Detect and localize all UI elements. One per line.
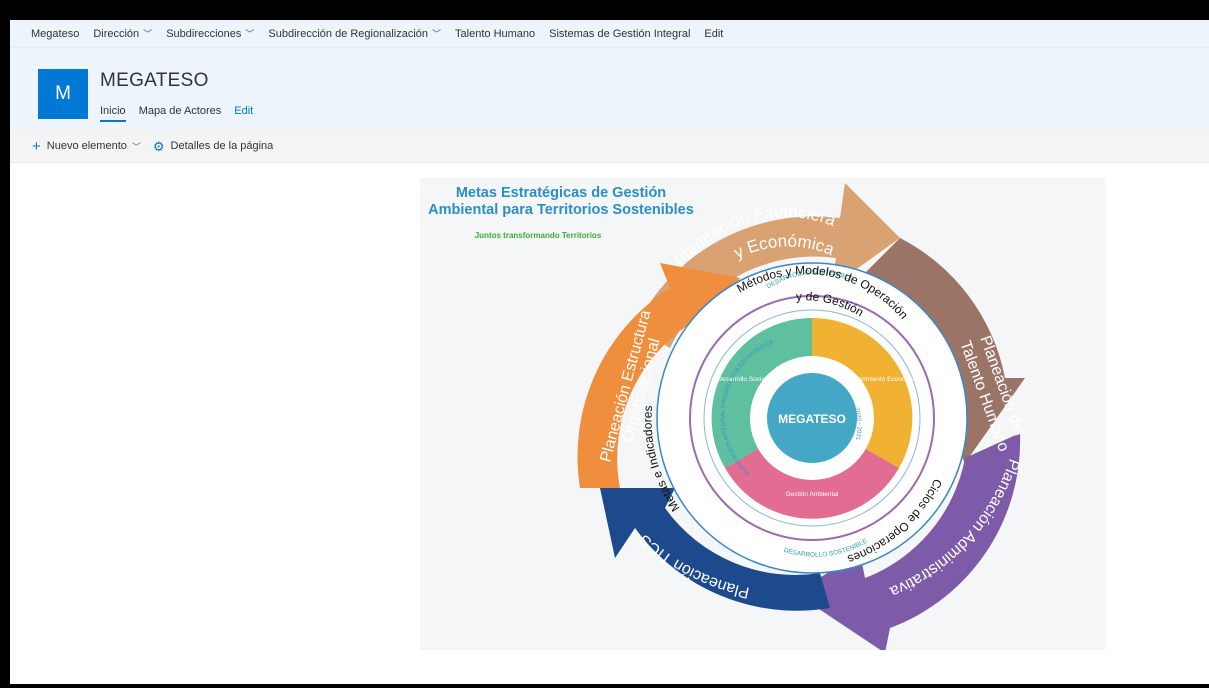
site-logo[interactable]: M [38,69,88,119]
topnav-item-megateso[interactable]: Megateso [31,28,79,40]
topnav-item-talento-humano[interactable]: Talento Humano [455,28,535,40]
gear-icon: ⚙ [152,138,165,154]
topnav-item-regionalizacion[interactable]: Subdirección de Regionalización ﹀ [268,27,441,40]
sitenav-mapa-actores[interactable]: Mapa de Actores [139,105,222,122]
plus-icon: + [32,137,41,155]
graphic-tagline: Juntos transformando Territorios [475,231,602,240]
chevron-down-icon: ﹀ [131,141,141,152]
sitenav-edit[interactable]: Edit [234,105,253,122]
core-economic-label: Crecimiento Económico [851,376,920,383]
site-title[interactable]: MEGATESO [100,70,209,92]
top-navigation: Megateso Dirección ﹀ Subdirecciones ﹀ Subd… [10,20,1209,47]
chevron-down-icon: ﹀ [143,29,153,39]
graphic-title-line2: Ambiental para Territorios Sostenibles [428,202,694,218]
topnav-item-direccion[interactable]: Dirección ﹀ [93,27,152,40]
chevron-down-icon: ﹀ [245,29,255,39]
core-center-label: MEGATESO [778,412,846,426]
browser-frame: Megateso Dirección ﹀ Subdirecciones ﹀ Subd… [10,20,1209,684]
strategic-goals-diagram: Metas Estratégicas de Gestión Ambiental … [428,183,1028,650]
site-header: M MEGATESO Inicio Mapa de Actores Edit [10,47,1209,130]
strategic-goals-graphic: Metas Estratégicas de Gestión Ambiental … [420,178,1106,650]
chevron-down-icon: ﹀ [432,29,442,39]
command-bar: + Nuevo elemento ﹀ ⚙ Detalles de la pági… [10,130,1209,163]
graphic-title-line1: Metas Estratégicas de Gestión [456,185,666,201]
core-environmental-label: Gestión Ambiental [786,491,839,498]
page-content: Metas Estratégicas de Gestión Ambiental … [10,163,1209,683]
sitenav-inicio[interactable]: Inicio [100,105,126,122]
topnav-item-edit[interactable]: Edit [704,28,723,40]
topnav-item-sistemas[interactable]: Sistemas de Gestión Integral [549,28,690,40]
new-item-button[interactable]: + Nuevo elemento ﹀ [32,139,141,154]
page-details-button[interactable]: ⚙ Detalles de la página [153,140,273,153]
core-social-label: Desarrollo Social [717,376,767,383]
site-navigation: Inicio Mapa de Actores Edit [100,105,266,122]
topnav-item-subdirecciones[interactable]: Subdirecciones ﹀ [166,27,254,40]
